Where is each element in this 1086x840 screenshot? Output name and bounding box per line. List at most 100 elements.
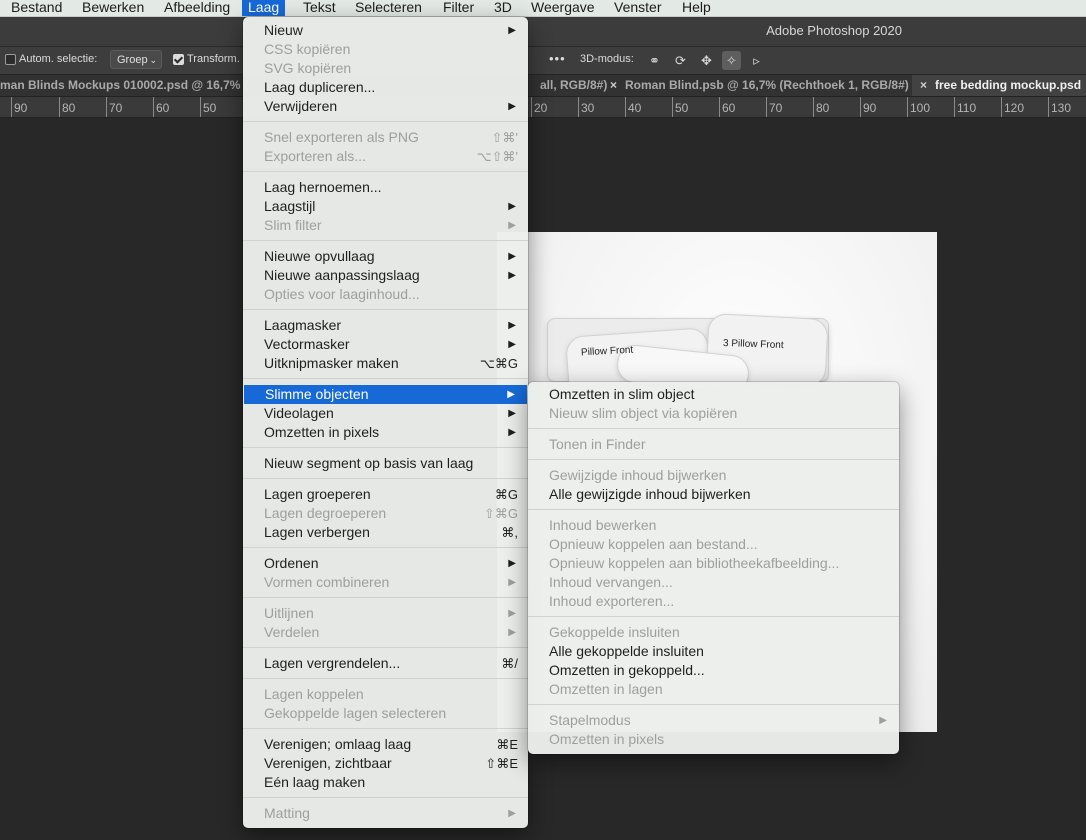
menu-item-uitknipmasker-maken[interactable]: Uitknipmasker maken ⌥⌘G (243, 354, 528, 373)
menu-item-label: Opnieuw koppelen aan bibliotheekafbeeldi… (549, 555, 840, 571)
close-tab-icon[interactable]: × (610, 78, 617, 92)
horizontal-ruler: 90 80 70 60 50 20 30 40 50 60 70 80 90 1… (0, 97, 1086, 118)
menu-item-label: Alle gekoppelde insluiten (549, 643, 704, 659)
menu-item-label: Stapelmodus (549, 712, 631, 728)
menu-item-label: Slimme objecten (265, 386, 369, 402)
menu-item-omzetten-in-pixels: Omzetten in pixels (528, 730, 899, 749)
menu-item-label: Inhoud exporteren... (549, 593, 675, 609)
layer-menu: Nieuw ▶ CSS kopiëren SVG kopiëren Laag dupli… (243, 17, 528, 828)
ruler-label: 100 (907, 97, 930, 117)
submenu-arrow-icon: ▶ (508, 270, 516, 281)
menu-item-label: SVG kopiëren (264, 60, 352, 76)
ruler-label: 80 (813, 97, 829, 117)
menu-item-omzetten-in-slim-object[interactable]: Omzetten in slim object (528, 385, 899, 404)
menu-selecteren[interactable]: Selecteren (355, 0, 422, 16)
tab-roman-blinds-mockups[interactable]: man Blinds Mockups 010002.psd @ 16,7% ( (0, 75, 248, 96)
menu-separator (243, 378, 528, 379)
shortcut-label: ⌘/ (501, 656, 518, 671)
pan-3d-icon[interactable]: ✥ (697, 51, 716, 70)
menu-item-omzetten-in-pixels[interactable]: Omzetten in pixels ▶ (243, 423, 528, 442)
menu-item-label: Lagen degroeperen (264, 505, 387, 521)
menu-item-nieuwe-aanpassingslaag[interactable]: Nieuwe aanpassingslaag ▶ (243, 266, 528, 285)
menu-item-slimme-objecten[interactable]: Slimme objecten ▶ (244, 385, 527, 404)
menu-item-inhoud-bewerken: Inhoud bewerken (528, 516, 899, 535)
ruler-label: 20 (531, 97, 547, 117)
menu-item-vectormasker[interactable]: Vectormasker ▶ (243, 335, 528, 354)
menu-item-laagstijl[interactable]: Laagstijl ▶ (243, 197, 528, 216)
menu-separator (243, 121, 528, 122)
shortcut-label: ⇧⌘E (485, 756, 518, 771)
menu-item-label: Nieuw segment op basis van laag (264, 455, 474, 471)
tab-free-bedding-mockup[interactable]: × free bedding mockup.psd (912, 75, 1086, 96)
menu-item-lagen-vergrendelen[interactable]: Lagen vergrendelen... ⌘/ (243, 654, 528, 673)
submenu-arrow-icon: ▶ (508, 339, 516, 350)
menu-item-lagen-verbergen[interactable]: Lagen verbergen ⌘, (243, 523, 528, 542)
menu-item-videolagen[interactable]: Videolagen ▶ (243, 404, 528, 423)
menu-item-verwijderen[interactable]: Verwijderen ▶ (243, 97, 528, 116)
submenu-arrow-icon: ▶ (508, 558, 516, 569)
menu-item-alle-gewijzigde-inhoud-bijwerken[interactable]: Alle gewijzigde inhoud bijwerken (528, 485, 899, 504)
menu-item-verenigen-zichtbaar[interactable]: Verenigen, zichtbaar ⇧⌘E (243, 754, 528, 773)
menu-item-omzetten-in-lagen: Omzetten in lagen (528, 680, 899, 699)
transform-checkbox[interactable] (173, 54, 184, 65)
more-options-icon[interactable]: ••• (549, 51, 566, 66)
menu-help[interactable]: Help (682, 0, 711, 16)
menu-item-nieuw-slim-object-via-kopieren: Nieuw slim object via kopiëren (528, 404, 899, 423)
menu-item-stapelmodus: Stapelmodus ▶ (528, 711, 899, 730)
tab-roman-blind[interactable]: × Roman Blind.psb @ 16,7% (Rechthoek 1, R… (610, 75, 909, 96)
menu-separator (243, 678, 528, 679)
menu-bestand[interactable]: Bestand (11, 0, 62, 16)
menu-item-label: Eén laag maken (264, 774, 366, 790)
menu-3d[interactable]: 3D (494, 0, 512, 16)
auto-select-checkbox[interactable] (5, 54, 16, 65)
menu-item-lagen-degroeperen: Lagen degroeperen ⇧⌘G (243, 504, 528, 523)
roll-3d-icon[interactable]: ⟳ (671, 51, 690, 70)
menu-item-label: Omzetten in pixels (549, 731, 665, 747)
menu-item-lagen-groeperen[interactable]: Lagen groeperen ⌘G (243, 485, 528, 504)
menu-separator (243, 478, 528, 479)
auto-select-target-dropdown[interactable]: Groep ⌄ (110, 50, 162, 69)
menu-separator (528, 704, 899, 705)
menu-item-label: CSS kopiëren (264, 41, 351, 57)
menu-item-lagen-koppelen: Lagen koppelen (243, 685, 528, 704)
menu-filter[interactable]: Filter (443, 0, 474, 16)
menu-item-label: Omzetten in gekoppeld... (549, 662, 705, 678)
menu-item-css-kopieren: CSS kopiëren (243, 40, 528, 59)
menu-item-laag-hernoemen[interactable]: Laag hernoemen... (243, 178, 528, 197)
menu-item-laagmasker[interactable]: Laagmasker ▶ (243, 316, 528, 335)
menu-item-label: Gekoppelde insluiten (549, 624, 680, 640)
menu-item-verenigen-omlaag-laag[interactable]: Verenigen; omlaag laag ⌘E (243, 735, 528, 754)
camera-3d-icon[interactable]: ▹ (747, 51, 766, 70)
menu-item-alle-gekoppelde-insluiten[interactable]: Alle gekoppelde insluiten (528, 642, 899, 661)
menu-weergave[interactable]: Weergave (531, 0, 595, 16)
submenu-arrow-icon: ▶ (508, 427, 516, 438)
orbit-3d-icon[interactable]: ⚭ (645, 51, 664, 70)
menu-item-laag-dupliceren[interactable]: Laag dupliceren... (243, 78, 528, 97)
menu-item-nieuwe-opvullaag[interactable]: Nieuwe opvullaag ▶ (243, 247, 528, 266)
menu-laag[interactable]: Laag (242, 0, 286, 16)
ruler-label: 110 (954, 97, 976, 117)
ruler-label: 120 (1001, 97, 1024, 117)
menu-venster[interactable]: Venster (614, 0, 661, 16)
menu-item-verdelen: Verdelen ▶ (243, 623, 528, 642)
slide-3d-icon[interactable]: ✧ (722, 51, 741, 70)
menu-item-label: Nieuwe opvullaag (264, 248, 375, 264)
menu-item-label: Matting (264, 805, 310, 821)
shortcut-label: ⌥⌘G (479, 356, 518, 371)
menu-item-ordenen[interactable]: Ordenen ▶ (243, 554, 528, 573)
menu-item-nieuw-segment-op-basis-van-laag[interactable]: Nieuw segment op basis van laag (243, 454, 528, 473)
menu-item-een-laag-maken[interactable]: Eén laag maken (243, 773, 528, 792)
menu-item-label: Verwijderen (264, 98, 338, 114)
ruler-label: 70 (766, 97, 782, 117)
close-tab-icon[interactable]: × (920, 78, 927, 92)
menu-item-label: Alle gewijzigde inhoud bijwerken (549, 486, 751, 502)
menu-item-nieuw[interactable]: Nieuw ▶ (243, 21, 528, 40)
submenu-arrow-icon: ▶ (508, 577, 516, 588)
menu-item-tonen-in-finder: Tonen in Finder (528, 435, 899, 454)
menu-tekst[interactable]: Tekst (303, 0, 336, 16)
menu-item-omzetten-in-gekoppeld[interactable]: Omzetten in gekoppeld... (528, 661, 899, 680)
tab-hidden-document[interactable]: all, RGB/8#) (540, 75, 607, 96)
menu-bewerken[interactable]: Bewerken (82, 0, 144, 16)
menu-separator (243, 728, 528, 729)
menu-afbeelding[interactable]: Afbeelding (164, 0, 230, 16)
